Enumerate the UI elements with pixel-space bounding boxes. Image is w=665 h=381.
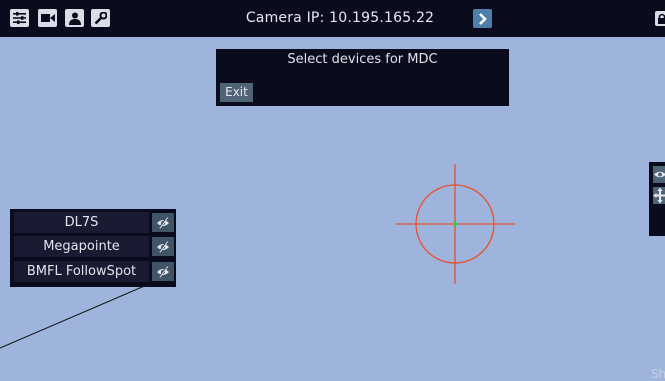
move-icon[interactable]	[653, 187, 665, 204]
eye-icon[interactable]	[653, 166, 665, 183]
device-row[interactable]: DL7S	[14, 212, 174, 233]
device-name[interactable]: Megapointe	[14, 236, 149, 257]
show-label[interactable]: Show	[651, 367, 665, 381]
device-row[interactable]: BMFL FollowSpot	[14, 261, 174, 282]
device-row[interactable]: Megapointe	[14, 236, 174, 257]
device-name[interactable]: BMFL FollowSpot	[14, 261, 149, 282]
center-dot	[453, 222, 457, 226]
pointer-line	[0, 280, 157, 349]
camera-overlay	[0, 164, 515, 349]
eye-slash-icon[interactable]	[152, 213, 174, 232]
device-name[interactable]: DL7S	[14, 212, 149, 233]
eye-slash-icon[interactable]	[152, 262, 174, 281]
device-panel: DL7S Megapointe BMFL FollowSpot	[10, 209, 176, 287]
crosshair-target	[396, 164, 515, 284]
right-tool-panel	[649, 162, 665, 236]
eye-slash-icon[interactable]	[152, 237, 174, 256]
